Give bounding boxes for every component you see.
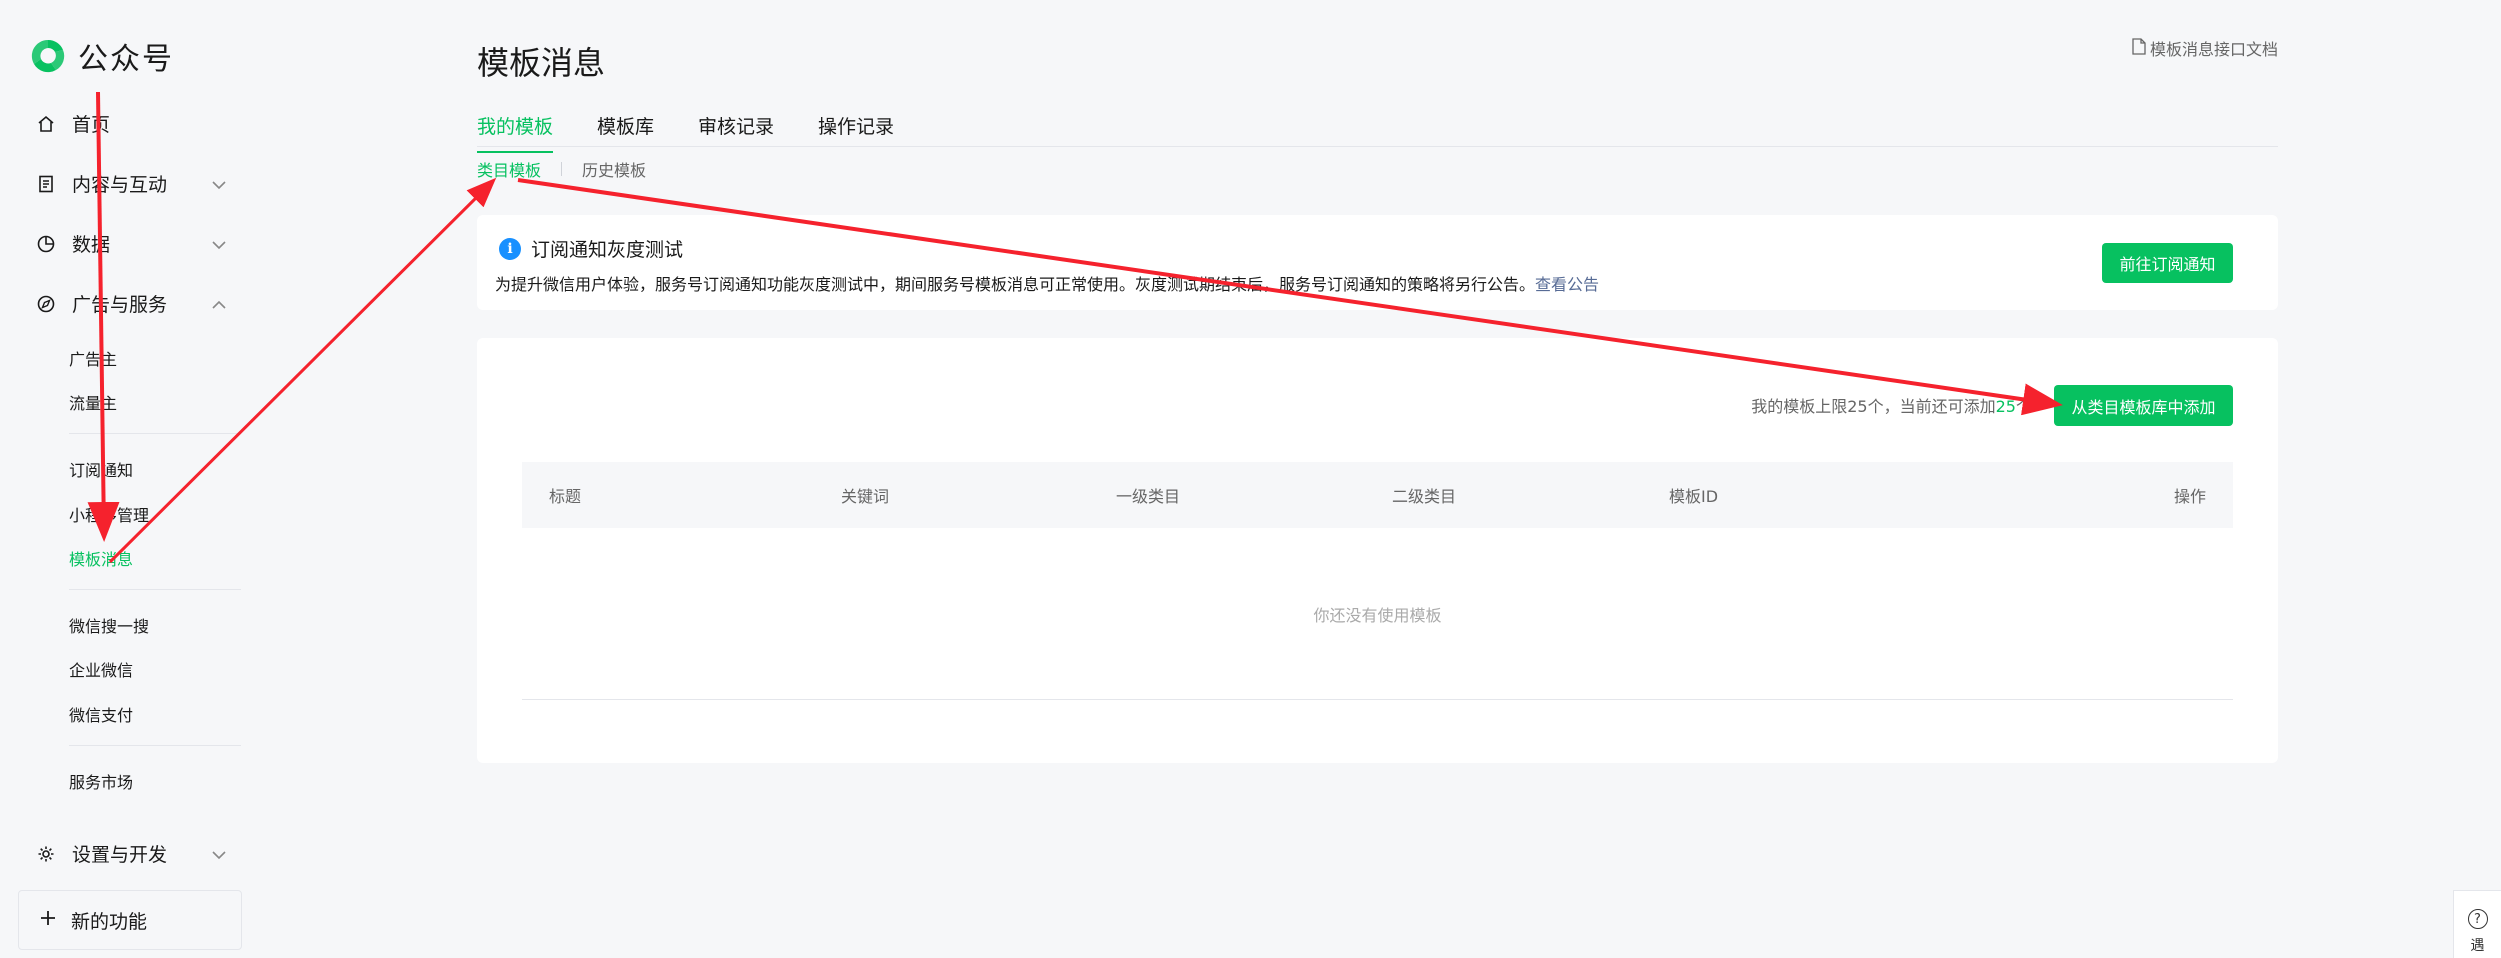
- help-widget[interactable]: ? 遇: [2453, 890, 2501, 958]
- template-limit-text: 我的模板上限25个，当前还可添加25个: [1751, 393, 2032, 417]
- sidebar-subitem-subscribe-notice[interactable]: 订阅通知: [69, 457, 133, 481]
- chevron-up-icon: [212, 293, 226, 315]
- page-title: 模板消息: [477, 44, 606, 82]
- help-label: 遇: [2470, 938, 2485, 954]
- sidebar-item-home[interactable]: 首页: [36, 110, 226, 137]
- notice-title-text: 订阅通知灰度测试: [531, 239, 684, 261]
- file-icon: [2132, 37, 2146, 59]
- subtab-history-templates[interactable]: 历史模板: [582, 157, 646, 181]
- template-limit-suffix: 个: [2015, 397, 2032, 416]
- chevron-down-icon: [212, 233, 226, 255]
- template-limit-remaining: 25: [1995, 397, 2016, 416]
- sidebar-item-label: 首页: [72, 114, 111, 136]
- pie-chart-icon: [36, 234, 56, 254]
- notice-description: 为提升微信用户体验，服务号订阅通知功能灰度测试中，期间服务号模板消息可正常使用。…: [495, 271, 1599, 295]
- sidebar-subitem-wecom[interactable]: 企业微信: [69, 657, 133, 681]
- view-announcement-link[interactable]: 查看公告: [1535, 275, 1599, 294]
- sidebar: 公众号 首页 内容与互动 数据 广告与服务 广告主 流量主 订阅通知 小程序管理…: [0, 0, 245, 958]
- sidebar-subitem-wechat-search[interactable]: 微信搜一搜: [69, 613, 149, 637]
- sidebar-item-data[interactable]: 数据: [36, 230, 226, 257]
- sidebar-subitem-template-message[interactable]: 模板消息: [69, 546, 133, 570]
- home-icon: [36, 114, 56, 134]
- notice-title: i 订阅通知灰度测试: [499, 235, 683, 262]
- template-panel: 我的模板上限25个，当前还可添加25个 从类目模板库中添加 标题 关键词 一级类…: [477, 338, 2278, 763]
- logo-icon: [31, 39, 65, 73]
- plus-icon: [39, 909, 57, 932]
- template-limit-prefix: 我的模板上限25个，当前还可添加: [1751, 397, 1996, 416]
- sidebar-divider: [69, 745, 241, 746]
- api-doc-link[interactable]: 模板消息接口文档: [2132, 36, 2278, 60]
- sidebar-subitem-publisher[interactable]: 流量主: [69, 390, 117, 414]
- new-feature-label: 新的功能: [71, 910, 148, 933]
- sidebar-item-label: 设置与开发: [72, 844, 168, 866]
- subtab-category-templates[interactable]: 类目模板: [477, 157, 541, 181]
- tabs-divider: [477, 146, 2278, 147]
- sidebar-item-content[interactable]: 内容与互动: [36, 170, 226, 197]
- notice-card: i 订阅通知灰度测试 为提升微信用户体验，服务号订阅通知功能灰度测试中，期间服务…: [477, 215, 2278, 310]
- sidebar-subitem-service-market[interactable]: 服务市场: [69, 769, 133, 793]
- gear-icon: [36, 844, 56, 864]
- go-subscribe-notice-button[interactable]: 前往订阅通知: [2102, 243, 2233, 283]
- sidebar-item-settings-dev[interactable]: 设置与开发: [36, 840, 226, 867]
- sidebar-item-label: 内容与互动: [72, 174, 168, 196]
- sidebar-item-label: 广告与服务: [72, 294, 168, 316]
- info-icon: i: [499, 237, 521, 260]
- app-logo[interactable]: 公众号: [28, 34, 174, 78]
- document-icon: [36, 174, 56, 194]
- column-header-primary-category: 一级类目: [1116, 487, 1181, 506]
- api-doc-link-label: 模板消息接口文档: [2149, 40, 2278, 59]
- empty-state-text: 你还没有使用模板: [1313, 606, 1442, 625]
- chevron-down-icon: [212, 843, 226, 865]
- table-bottom-line: [522, 699, 2233, 700]
- add-from-category-library-button[interactable]: 从类目模板库中添加: [2054, 385, 2233, 426]
- app-name: 公众号: [78, 42, 174, 77]
- chevron-down-icon: [212, 173, 226, 195]
- table-header: 标题 关键词 一级类目 二级类目 模板ID 操作: [522, 462, 2233, 528]
- column-header-actions: 操作: [2173, 487, 2206, 506]
- sidebar-item-ads-services[interactable]: 广告与服务: [36, 290, 226, 317]
- sidebar-divider: [69, 589, 241, 590]
- column-header-secondary-category: 二级类目: [1392, 487, 1457, 506]
- column-header-template-id: 模板ID: [1669, 487, 1719, 506]
- compass-icon: [36, 294, 56, 314]
- sidebar-subitem-miniprogram[interactable]: 小程序管理: [69, 502, 149, 526]
- sub-tabs: 类目模板 历史模板: [477, 157, 646, 181]
- column-header-keywords: 关键词: [841, 487, 890, 506]
- notice-description-text: 为提升微信用户体验，服务号订阅通知功能灰度测试中，期间服务号模板消息可正常使用。…: [495, 275, 1536, 294]
- subtab-separator: [561, 162, 563, 176]
- column-header-title: 标题: [549, 487, 582, 506]
- sidebar-divider: [69, 433, 241, 434]
- sidebar-subitem-advertiser[interactable]: 广告主: [69, 346, 117, 370]
- sidebar-item-label: 数据: [72, 234, 111, 256]
- question-icon: ?: [2467, 909, 2488, 929]
- sidebar-subitem-wechat-pay[interactable]: 微信支付: [69, 702, 133, 726]
- new-feature-button[interactable]: 新的功能: [18, 890, 242, 950]
